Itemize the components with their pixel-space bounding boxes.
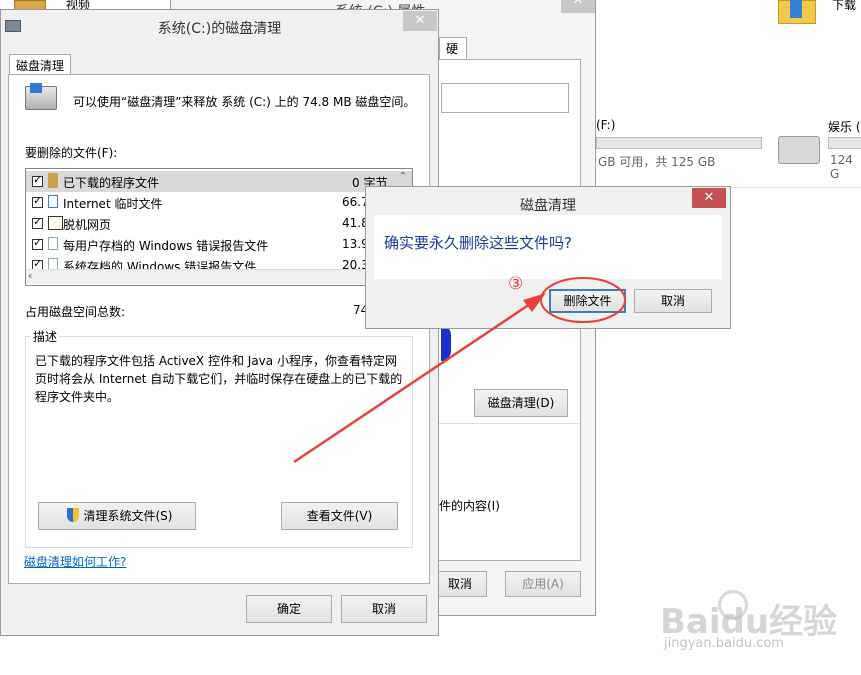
baidu-watermark-url: jingyan.baidu.com [664, 636, 784, 651]
annotation-overlay [293, 277, 626, 464]
baidu-paw-icon [718, 590, 748, 620]
step-marker: ③ [508, 274, 524, 294]
annotation-arrow-head [523, 293, 546, 312]
highlight-circle [540, 277, 626, 323]
annotation-arrow-line [293, 298, 537, 464]
